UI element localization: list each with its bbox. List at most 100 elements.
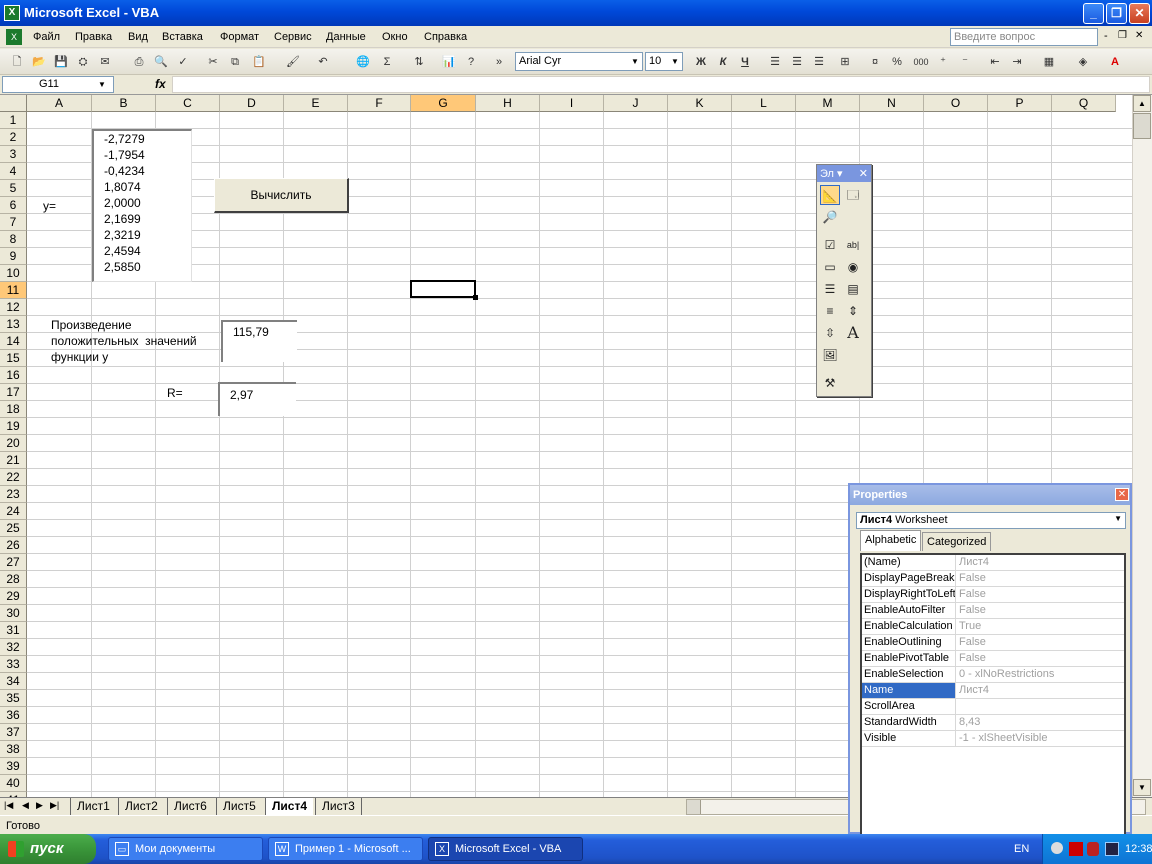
menu-insert[interactable]: Вставка: [162, 31, 203, 43]
sheet-tab-list1[interactable]: Лист1: [70, 798, 116, 815]
sheet-tab-list2[interactable]: Лист2: [118, 798, 164, 815]
row-header-24[interactable]: 24: [0, 503, 27, 520]
row-header-21[interactable]: 21: [0, 452, 27, 469]
row-header-5[interactable]: 5: [0, 180, 27, 197]
column-header-m[interactable]: M: [796, 95, 860, 112]
property-value[interactable]: False: [957, 635, 988, 649]
property-value[interactable]: True: [957, 619, 983, 633]
property-row[interactable]: ScrollArea: [862, 699, 1124, 715]
column-header-c[interactable]: C: [156, 95, 220, 112]
scroll-thumb[interactable]: [1133, 113, 1151, 139]
property-value[interactable]: False: [957, 571, 988, 585]
format-painter-icon[interactable]: 🖌: [284, 53, 302, 71]
listbox-control-icon[interactable]: ☰: [820, 279, 840, 299]
property-row[interactable]: StandardWidth 8,43: [862, 715, 1124, 731]
label-control-icon[interactable]: A: [843, 323, 863, 343]
row-header-11[interactable]: 11: [0, 282, 27, 299]
task-word-document[interactable]: W Пример 1 - Microsoft ...: [268, 837, 423, 861]
menu-window[interactable]: Окно: [382, 31, 408, 43]
property-row[interactable]: Name Лист4: [862, 683, 1124, 699]
column-header-j[interactable]: J: [604, 95, 668, 112]
row-header-10[interactable]: 10: [0, 265, 27, 282]
active-cell-g11[interactable]: [410, 280, 478, 300]
properties-icon[interactable]: 🗔: [843, 185, 863, 205]
fill-color-icon[interactable]: ◈: [1074, 53, 1092, 71]
next-sheet-icon[interactable]: ▶: [36, 800, 43, 811]
network-icon[interactable]: [1105, 842, 1119, 856]
print-preview-icon[interactable]: 🔍: [152, 53, 170, 71]
column-header-o[interactable]: O: [924, 95, 988, 112]
property-row[interactable]: (Name) Лист4: [862, 555, 1124, 571]
toggle-button-control-icon[interactable]: ≡: [820, 301, 840, 321]
column-header-d[interactable]: D: [220, 95, 284, 112]
menu-help[interactable]: Справка: [424, 31, 467, 43]
vertical-scrollbar[interactable]: ▲ ▼: [1132, 95, 1152, 797]
hyperlink-icon[interactable]: 🌐: [354, 53, 372, 71]
font-size-select[interactable]: 10 ▼: [645, 52, 683, 71]
row-header-4[interactable]: 4: [0, 163, 27, 180]
row-header-40[interactable]: 40: [0, 775, 27, 792]
select-all-corner[interactable]: [0, 95, 27, 112]
row-header-3[interactable]: 3: [0, 146, 27, 163]
column-header-h[interactable]: H: [476, 95, 540, 112]
property-value[interactable]: False: [957, 587, 988, 601]
currency-icon[interactable]: ¤: [866, 53, 884, 71]
property-row[interactable]: EnableOutlining False: [862, 635, 1124, 651]
save-icon[interactable]: 💾: [52, 53, 70, 71]
row-header-19[interactable]: 19: [0, 418, 27, 435]
paste-icon[interactable]: 📋: [250, 53, 268, 71]
doc-restore-button[interactable]: ❐: [1118, 30, 1127, 41]
permission-icon[interactable]: ⛭: [74, 53, 92, 71]
align-right-icon[interactable]: ☰: [810, 53, 828, 71]
tray-arrow-icon[interactable]: [1051, 842, 1063, 854]
row-header-28[interactable]: 28: [0, 571, 27, 588]
row-header-15[interactable]: 15: [0, 350, 27, 367]
row-header-7[interactable]: 7: [0, 214, 27, 231]
property-row[interactable]: EnableCalculation True: [862, 619, 1124, 635]
row-header-17[interactable]: 17: [0, 384, 27, 401]
scroll-thumb[interactable]: [687, 800, 701, 814]
menu-format[interactable]: Формат: [220, 31, 259, 43]
row-header-35[interactable]: 35: [0, 690, 27, 707]
print-icon[interactable]: ⎙: [130, 53, 148, 71]
tray-app-icon[interactable]: [1069, 842, 1083, 856]
cut-icon[interactable]: ✂: [204, 53, 222, 71]
property-row[interactable]: Visible -1 - xlSheetVisible: [862, 731, 1124, 747]
task-excel[interactable]: X Microsoft Excel - VBA: [428, 837, 583, 861]
object-selector[interactable]: Лист4 Worksheet ▼: [856, 512, 1126, 529]
name-box-dropdown-icon[interactable]: ▼: [98, 80, 106, 89]
sheet-tab-list3[interactable]: Лист3: [315, 798, 362, 815]
italic-button[interactable]: К: [714, 53, 732, 71]
properties-close-button[interactable]: ✕: [1115, 488, 1129, 501]
row-header-31[interactable]: 31: [0, 622, 27, 639]
row-header-32[interactable]: 32: [0, 639, 27, 656]
row-header-14[interactable]: 14: [0, 333, 27, 350]
scroll-down-icon[interactable]: ▼: [1133, 779, 1151, 796]
tab-alphabetic[interactable]: Alphabetic: [860, 530, 922, 551]
percent-button[interactable]: %: [888, 53, 906, 71]
column-header-i[interactable]: I: [540, 95, 604, 112]
sheet-tab-list5[interactable]: Лист5: [216, 798, 262, 815]
excel-app-icon[interactable]: X: [4, 5, 20, 21]
undo-icon[interactable]: ↶: [314, 53, 332, 71]
property-value[interactable]: 8,43: [957, 715, 982, 729]
row-header-6[interactable]: 6: [0, 197, 27, 214]
font-color-icon[interactable]: A: [1106, 53, 1124, 71]
list-item[interactable]: -0,4234: [94, 163, 191, 179]
thousands-button[interactable]: 000: [910, 53, 932, 71]
sheet-tab-list4[interactable]: Лист4: [265, 798, 314, 815]
r-textbox[interactable]: 2,97: [218, 382, 296, 416]
minimize-button[interactable]: _: [1083, 3, 1104, 24]
align-center-icon[interactable]: ☰: [788, 53, 806, 71]
row-header-12[interactable]: 12: [0, 299, 27, 316]
textbox-control-icon[interactable]: ab|: [843, 235, 863, 255]
merge-center-icon[interactable]: ⊞: [836, 53, 854, 71]
row-header-8[interactable]: 8: [0, 231, 27, 248]
row-header-27[interactable]: 27: [0, 554, 27, 571]
property-row[interactable]: DisplayRightToLeft False: [862, 587, 1124, 603]
autosum-icon[interactable]: Σ: [378, 53, 396, 71]
list-item[interactable]: 2,1699: [94, 211, 191, 227]
row-header-2[interactable]: 2: [0, 129, 27, 146]
menu-view[interactable]: Вид: [128, 31, 148, 43]
calculate-button[interactable]: Вычислить: [214, 178, 349, 213]
